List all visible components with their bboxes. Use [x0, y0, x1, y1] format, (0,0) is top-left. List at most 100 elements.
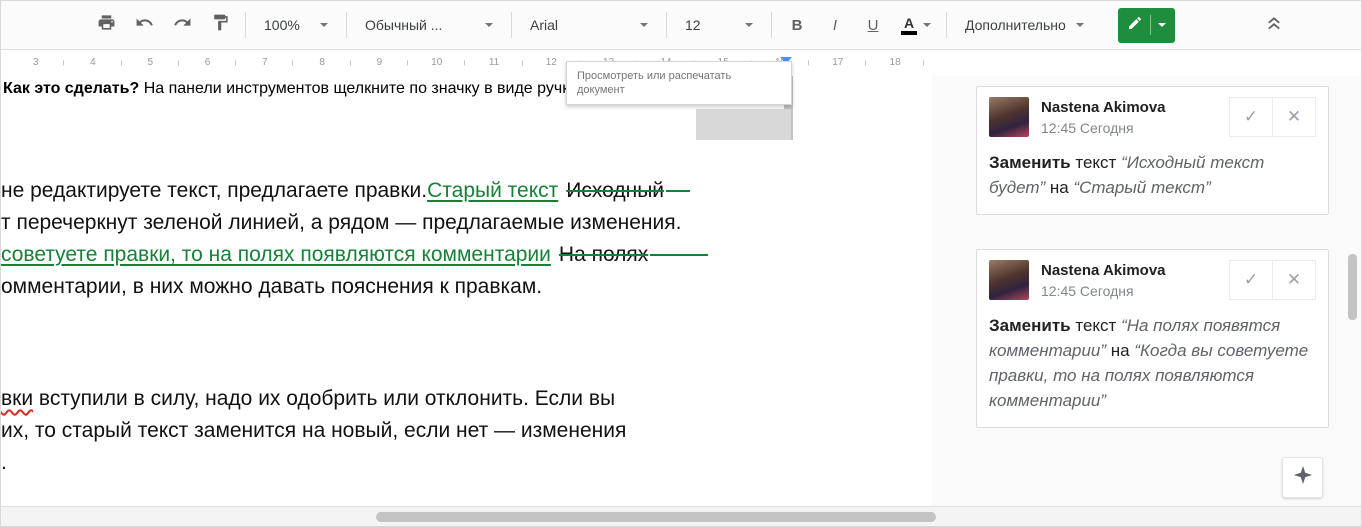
doc-text: вступили в силу, надо их одобрить или от… — [33, 387, 616, 410]
strike-extension — [650, 254, 709, 257]
card-meta: Nastena Akimova 12:45 Сегодня — [1041, 260, 1229, 299]
suggestion-card[interactable]: Nastena Akimova 12:45 Сегодня ✓ ✕ Замени… — [976, 249, 1329, 428]
toolbar-separator — [666, 12, 667, 38]
mid-text: текст — [1070, 316, 1122, 335]
print-icon — [97, 13, 116, 37]
doc-text: не редактируете текст, предлагаете правк… — [1, 179, 428, 202]
timestamp: 12:45 Сегодня — [1041, 283, 1134, 299]
suggesting-mode-button[interactable] — [1117, 7, 1175, 43]
zoom-select[interactable]: 100% — [252, 7, 340, 43]
connector-text: на — [1106, 341, 1135, 360]
undo-icon — [135, 13, 154, 37]
reject-suggestion-button[interactable]: ✕ — [1272, 97, 1316, 137]
italic-button[interactable]: I — [816, 7, 854, 43]
document-page[interactable]: Как это сделать? На панели инструментов … — [1, 76, 932, 508]
underline-label: U — [867, 16, 879, 34]
ruler-number: 6 — [179, 50, 236, 76]
accept-suggestion-button[interactable]: ✓ — [1229, 97, 1273, 137]
redo-icon — [173, 13, 192, 37]
toolbar-separator — [245, 12, 246, 38]
collapse-toolbar-button[interactable] — [1255, 7, 1293, 43]
author-name: Nastena Akimova — [1041, 262, 1166, 279]
horizontal-ruler: 3 4 5 6 7 8 9 10 11 12 13 14 15 16 17 18 — [1, 50, 932, 76]
text-color-button[interactable]: A — [892, 7, 940, 43]
timestamp: 12:45 Сегодня — [1041, 120, 1134, 136]
card-actions: ✓ ✕ — [1229, 260, 1316, 300]
heading-rest-text: На панели инструментов щелкните по значк… — [139, 80, 579, 97]
mid-text: текст — [1070, 153, 1122, 172]
suggested-insertion: советуете правки, то на полях появляются… — [1, 243, 551, 266]
doc-line: вки вступили в силу, надо их одобрить ил… — [1, 383, 626, 415]
doc-text: их, то старый текст заменится на новый, … — [1, 419, 627, 442]
author-name: Nastena Akimova — [1041, 99, 1166, 116]
paint-format-button[interactable] — [201, 7, 239, 43]
misspelled-word: вки — [1, 387, 34, 410]
font-select[interactable]: Arial — [518, 7, 660, 43]
doc-line: . — [1, 447, 626, 479]
suggestion-text: Заменить текст “Исходный текст будет” на… — [989, 150, 1316, 200]
redo-button[interactable] — [163, 7, 201, 43]
font-size-select[interactable]: 12 — [673, 7, 765, 43]
explore-button[interactable] — [1282, 457, 1323, 498]
doc-line: их, то старый текст заменится на новый, … — [1, 415, 626, 447]
paragraph-style-select[interactable]: Обычный ... — [353, 7, 505, 43]
suggestion-card[interactable]: Nastena Akimova 12:45 Сегодня ✓ ✕ Замени… — [976, 86, 1329, 215]
print-tooltip: Просмотреть или распечатать документ — [566, 61, 792, 105]
doc-text: . — [1, 451, 7, 474]
paragraph-suggestions: не редактируете текст, предлагаете правк… — [1, 175, 709, 303]
check-icon: ✓ — [1243, 107, 1259, 126]
print-button[interactable] — [87, 7, 125, 43]
button-divider — [1149, 15, 1151, 35]
card-header: Nastena Akimova 12:45 Сегодня ✓ ✕ — [989, 260, 1316, 300]
font-size-value: 12 — [685, 17, 701, 33]
more-menu[interactable]: Дополнительно — [953, 7, 1096, 43]
ruler-number: 3 — [7, 50, 64, 76]
chevron-down-icon — [1157, 23, 1166, 27]
suggested-insertion: Старый текст — [427, 179, 559, 202]
toolbar-separator — [771, 12, 772, 38]
doc-text: т перечеркнут зеленой линией, а рядом — … — [1, 211, 682, 234]
ruler-number: 10 — [408, 50, 465, 76]
ruler-number: 18 — [866, 50, 923, 76]
horizontal-scrollbar-thumb[interactable] — [376, 512, 936, 522]
doc-line: советуете правки, то на полях появляются… — [1, 239, 709, 271]
chevron-down-icon — [1075, 23, 1084, 27]
ruler-number: 4 — [64, 50, 121, 76]
italic-label: I — [832, 16, 838, 34]
avatar — [989, 260, 1029, 300]
chevron-down-icon — [640, 23, 648, 27]
suggested-deletion: На полях — [558, 243, 649, 266]
action-word: Заменить — [989, 153, 1071, 172]
heading-bold-text: Как это сделать? — [3, 80, 140, 97]
action-word: Заменить — [989, 316, 1071, 335]
chevron-down-icon — [923, 23, 932, 27]
collapse-chevrons-icon — [1264, 13, 1284, 38]
ruler-number: 7 — [236, 50, 293, 76]
vertical-scrollbar-thumb[interactable] — [1348, 254, 1357, 320]
accept-suggestion-button[interactable]: ✓ — [1229, 260, 1273, 300]
card-meta: Nastena Akimova 12:45 Сегодня — [1041, 97, 1229, 136]
text-color-icon: A — [900, 15, 918, 35]
suggesting-pen-icon — [1127, 15, 1143, 36]
close-icon: ✕ — [1286, 107, 1302, 126]
tooltip-text: Просмотреть или распечатать документ — [577, 70, 732, 96]
ruler-number: 11 — [465, 50, 522, 76]
horizontal-scrollbar-track[interactable] — [1, 506, 1361, 526]
more-label: Дополнительно — [965, 17, 1066, 33]
toolbar-separator — [346, 12, 347, 38]
bold-button[interactable]: B — [778, 7, 816, 43]
chevron-down-icon — [745, 23, 753, 27]
ruler-number: 8 — [293, 50, 350, 76]
font-value: Arial — [530, 17, 559, 33]
chevron-down-icon — [320, 23, 328, 27]
connector-text: на — [1045, 178, 1074, 197]
card-header: Nastena Akimova 12:45 Сегодня ✓ ✕ — [989, 97, 1316, 137]
embedded-image-fragment — [696, 109, 791, 140]
paint-format-icon — [211, 13, 230, 37]
underline-button[interactable]: U — [854, 7, 892, 43]
explore-star-icon — [1292, 464, 1314, 491]
reject-suggestion-button[interactable]: ✕ — [1272, 260, 1316, 300]
toolbar-separator — [511, 12, 512, 38]
undo-button[interactable] — [125, 7, 163, 43]
toolbar-separator — [946, 12, 947, 38]
